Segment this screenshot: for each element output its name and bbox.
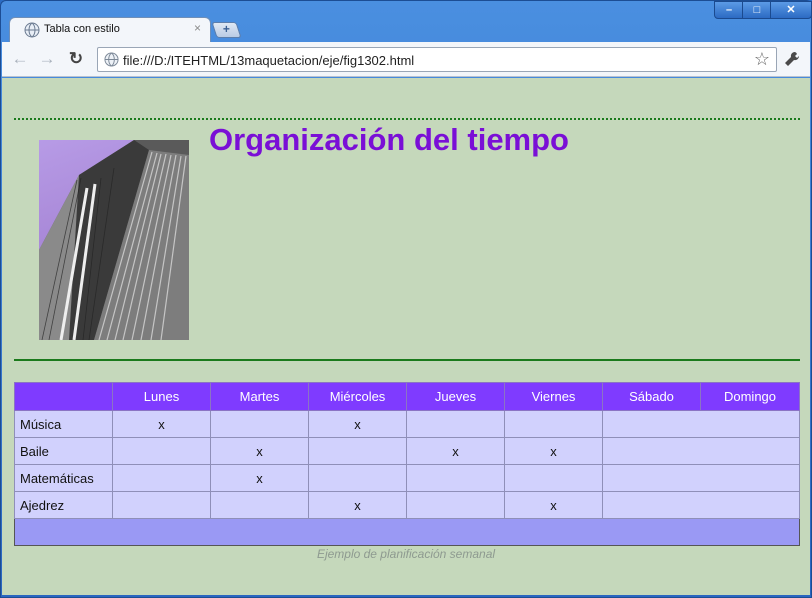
footer-cell: [14, 518, 800, 546]
wrench-menu-icon[interactable]: [783, 50, 801, 73]
tab-close-icon[interactable]: ×: [194, 21, 201, 35]
close-window-button[interactable]: ✕: [770, 1, 812, 19]
table-cell: [602, 437, 800, 465]
table-cell: x: [112, 410, 211, 438]
minimize-button[interactable]: –: [714, 1, 744, 19]
table-cell: [210, 410, 309, 438]
skyscraper-picture: [39, 140, 189, 340]
row-label: Ajedrez: [14, 491, 113, 519]
row-label: Baile: [14, 437, 113, 465]
minimize-icon: –: [725, 4, 733, 16]
table-cell: [406, 464, 505, 492]
table-cell: [602, 410, 800, 438]
table-cell: x: [210, 437, 309, 465]
header-cell: Domingo: [700, 382, 800, 411]
dotted-rule: [14, 118, 800, 120]
tab-active[interactable]: Tabla con estilo ×: [9, 17, 211, 42]
table-cell: [112, 437, 211, 465]
close-icon: ✕: [786, 4, 796, 16]
new-tab-button[interactable]: +: [211, 22, 242, 38]
wrench-icon: [785, 51, 800, 66]
header-cell: Lunes: [112, 382, 211, 411]
forward-button[interactable]: →: [37, 49, 57, 69]
row-label: Matemáticas: [14, 464, 113, 492]
table-cell: x: [210, 464, 309, 492]
building-image: [39, 140, 189, 340]
table-cell: x: [308, 491, 407, 519]
table-caption: Ejemplo de planificación semanal: [316, 547, 496, 561]
header-cell: Sábado: [602, 382, 701, 411]
table-footer-row: [14, 518, 800, 546]
back-button[interactable]: ←: [10, 49, 30, 69]
table-cell: x: [308, 410, 407, 438]
browser-toolbar: ← → ↻ file:///D:/ITEHTML/13maquetacion/e…: [2, 42, 810, 77]
table-cell: [504, 464, 603, 492]
table-cell: [112, 464, 211, 492]
page-title: Organización del tiempo: [209, 122, 569, 157]
table-cell: [602, 464, 800, 492]
header-cell: Jueves: [406, 382, 505, 411]
maximize-button[interactable]: □: [742, 1, 772, 19]
table-row: Ajedrez x x: [14, 491, 800, 519]
table-cell: [210, 491, 309, 519]
table-cell: x: [406, 437, 505, 465]
table-cell: [602, 491, 800, 519]
header-cell: Martes: [210, 382, 309, 411]
page-content: Organización del tiempo Lunes Martes Mié…: [2, 78, 810, 595]
address-bar[interactable]: file:///D:/ITEHTML/13maquetacion/eje/fig…: [97, 47, 777, 72]
table-row: Baile x x x: [14, 437, 800, 465]
tab-title: Tabla con estilo: [44, 23, 120, 35]
table-cell: x: [504, 437, 603, 465]
table-cell: [308, 437, 407, 465]
table-header-row: Lunes Martes Miércoles Jueves Viernes Sá…: [14, 382, 800, 411]
table-row: Matemáticas x: [14, 464, 800, 492]
table-cell: [308, 464, 407, 492]
table-row: Música x x: [14, 410, 800, 438]
header-cell: [14, 382, 113, 411]
plus-icon: +: [222, 22, 230, 36]
tab-strip: Tabla con estilo × + – □ ✕: [1, 1, 812, 42]
browser-window: Tabla con estilo × + – □ ✕ ← → ↻ file://…: [0, 0, 812, 598]
schedule-table: Lunes Martes Miércoles Jueves Viernes Sá…: [14, 382, 800, 546]
table-cell: [112, 491, 211, 519]
table-cell: [406, 491, 505, 519]
globe-icon: [24, 22, 40, 38]
header-cell: Miércoles: [308, 382, 407, 411]
page-icon: [104, 52, 119, 67]
row-label: Música: [14, 410, 113, 438]
table-cell: [504, 410, 603, 438]
url-text: file:///D:/ITEHTML/13maquetacion/eje/fig…: [123, 53, 415, 68]
maximize-icon: □: [753, 4, 761, 16]
header-cell: Viernes: [504, 382, 603, 411]
bookmark-star-icon[interactable]: ☆: [754, 49, 770, 70]
reload-button[interactable]: ↻: [66, 49, 86, 69]
solid-rule: [14, 359, 800, 361]
table-cell: x: [504, 491, 603, 519]
table-cell: [406, 410, 505, 438]
